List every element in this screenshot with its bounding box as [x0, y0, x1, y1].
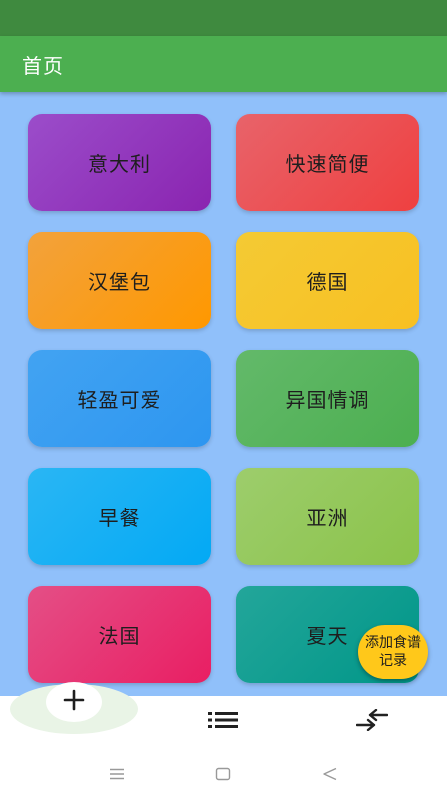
home-icon[interactable] [208, 764, 238, 784]
category-grid: 意大利 快速简便 汉堡包 德国 轻盈可爱 异国情调 早餐 亚洲 法国 夏天 [0, 92, 447, 696]
bottom-nav [0, 682, 447, 748]
swap-arrows-icon [355, 708, 389, 735]
category-label: 夏天 [306, 624, 349, 648]
nav-list-button[interactable] [173, 696, 273, 748]
category-label: 轻盈可爱 [77, 388, 162, 412]
category-label: 快速简便 [285, 152, 370, 176]
category-card-france[interactable]: 法国 [28, 586, 211, 683]
category-card-hamburger[interactable]: 汉堡包 [28, 232, 211, 329]
menu-icon[interactable] [102, 764, 132, 784]
plus-icon [63, 689, 85, 715]
category-label: 汉堡包 [88, 270, 151, 294]
category-card-germany[interactable]: 德国 [236, 232, 419, 329]
nav-swap-button[interactable] [322, 696, 422, 748]
fab-label: 添加食谱记录 [365, 635, 421, 669]
page-title: 首页 [22, 54, 64, 78]
category-label: 法国 [98, 624, 141, 648]
category-label: 亚洲 [306, 506, 349, 530]
nav-add-button[interactable] [46, 682, 102, 722]
category-label: 早餐 [98, 506, 141, 530]
category-label: 德国 [306, 270, 349, 294]
category-card-exotic[interactable]: 异国情调 [236, 350, 419, 447]
add-recipe-fab[interactable]: 添加食谱记录 [358, 625, 428, 679]
category-card-breakfast[interactable]: 早餐 [28, 468, 211, 565]
status-bar [0, 0, 447, 36]
category-card-light-lovely[interactable]: 轻盈可爱 [28, 350, 211, 447]
category-label: 意大利 [88, 152, 151, 176]
category-card-italy[interactable]: 意大利 [28, 114, 211, 211]
system-nav-bar [0, 748, 447, 797]
back-icon[interactable] [315, 764, 345, 784]
category-card-asia[interactable]: 亚洲 [236, 468, 419, 565]
category-label: 异国情调 [285, 388, 370, 412]
app-bar: 首页 [0, 36, 447, 92]
list-icon [208, 711, 238, 733]
category-card-quick-easy[interactable]: 快速简便 [236, 114, 419, 211]
